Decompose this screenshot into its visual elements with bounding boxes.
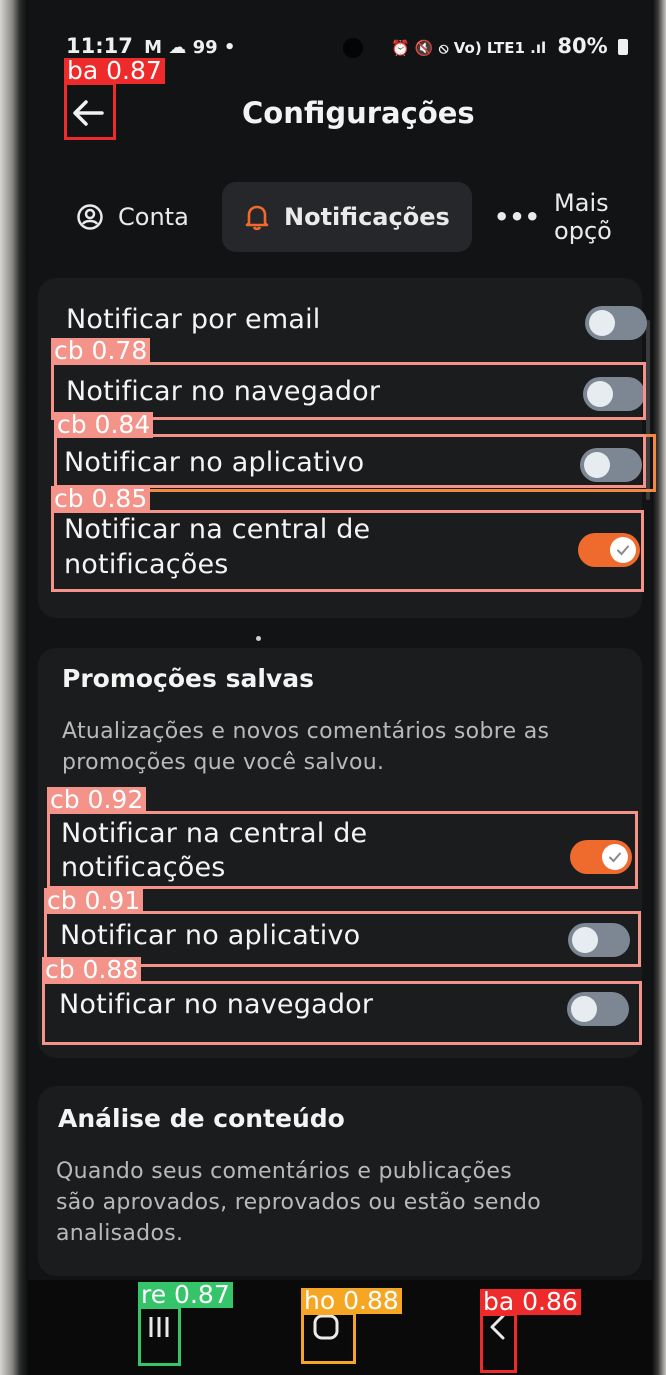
tab-conta[interactable]: Conta <box>76 182 189 252</box>
bell-icon <box>244 203 270 231</box>
more-dots-icon: ••• <box>494 203 541 231</box>
detection-label: ba 0.87 <box>64 58 165 84</box>
battery-level: 80% <box>557 34 608 58</box>
front-camera <box>343 38 363 58</box>
tab-label: Mais opçõ <box>554 189 612 245</box>
toggle-email[interactable] <box>585 306 647 340</box>
detection-box-cb <box>54 434 646 488</box>
tab-mais-opcoes[interactable]: ••• Mais opçõ <box>494 182 652 252</box>
detection-label: cb 0.84 <box>54 412 154 438</box>
detection-label: ho 0.88 <box>301 1288 402 1314</box>
detection-label: cb 0.78 <box>51 338 151 364</box>
analise-title: Análise de conteúdo <box>58 1104 345 1133</box>
detection-box-nav-back <box>480 1313 517 1373</box>
detection-box-cb <box>51 510 644 592</box>
tab-notificacoes[interactable]: Notificações <box>222 182 472 252</box>
analise-desc-line2: são aprovados, reprovados ou estão sendo <box>56 1190 542 1215</box>
detection-label: cb 0.92 <box>47 787 147 813</box>
tab-label: Notificações <box>284 203 450 231</box>
promocoes-desc-line1: Atualizações e novos comentários sobre a… <box>62 719 550 744</box>
battery-icon <box>618 39 628 55</box>
promocoes-title: Promoções salvas <box>62 664 314 693</box>
detection-box-recents <box>138 1306 181 1366</box>
toggle-knob <box>589 310 615 336</box>
detection-label: cb 0.91 <box>44 888 144 914</box>
device-bezel-right <box>652 0 666 1375</box>
status-right: ⏰ 🔇 ⦸ Vo) LTE1 .ıl 80% <box>391 34 628 58</box>
detection-label: cb 0.88 <box>42 957 142 983</box>
analise-desc-line3: analisados. <box>56 1221 184 1246</box>
detection-label: ba 0.86 <box>480 1289 581 1315</box>
tab-label: Conta <box>118 203 189 231</box>
row-label-email: Notificar por email <box>66 304 321 335</box>
user-circle-icon <box>76 203 104 231</box>
detection-box-home <box>301 1312 356 1364</box>
status-notification-icons: M ☁ 99 • <box>144 37 236 58</box>
status-time: 11:17 <box>66 34 133 58</box>
promocoes-desc-line2: promoções que você salvou. <box>62 750 385 775</box>
page-indicator-dot <box>256 636 261 641</box>
analise-desc-line1: Quando seus comentários e publicações <box>56 1159 512 1184</box>
detection-box-cb <box>42 981 642 1045</box>
device-bezel-left <box>0 0 28 1375</box>
phone-screen: 11:17 M ☁ 99 • ⏰ 🔇 ⦸ Vo) LTE1 .ıl 80% Co… <box>28 0 652 1375</box>
page-title: Configurações <box>242 96 475 130</box>
detection-label: re 0.87 <box>138 1282 233 1308</box>
status-left: 11:17 M ☁ 99 • <box>66 34 235 58</box>
detection-label: cb 0.85 <box>51 486 151 512</box>
detection-box-cb <box>47 811 638 889</box>
status-system-icons: ⏰ 🔇 ⦸ Vo) LTE1 .ıl <box>390 39 547 57</box>
detection-box-back <box>64 82 116 140</box>
